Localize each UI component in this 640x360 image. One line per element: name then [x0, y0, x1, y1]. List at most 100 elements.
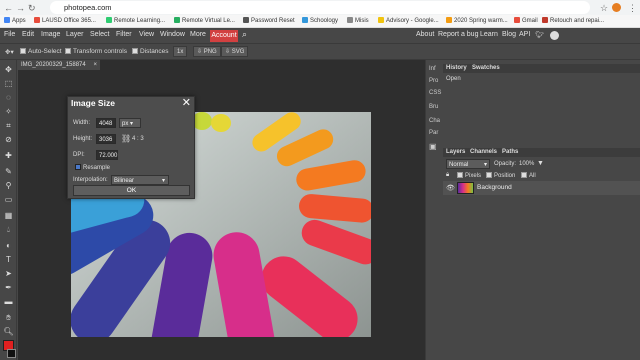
facebook-icon[interactable] — [550, 31, 559, 40]
bookmark-misis[interactable]: Misis — [347, 17, 369, 24]
menu-report-bug[interactable]: Report a bug — [438, 31, 478, 38]
eraser-icon[interactable]: ▭ — [3, 194, 14, 205]
height-field[interactable]: 3036 — [96, 134, 116, 144]
brush-tool-icon[interactable]: ✎ — [3, 166, 14, 177]
export-svg-button[interactable]: ⇩ SVG — [221, 46, 249, 57]
transform-controls-checkbox[interactable]: Transform controls — [65, 48, 127, 55]
lock-all-checkbox[interactable]: All — [521, 172, 536, 179]
tab-layers[interactable]: Layers — [446, 149, 465, 155]
css-panel-button[interactable]: CSS — [429, 90, 441, 96]
info-panel-button[interactable]: Inf — [429, 66, 436, 72]
dpi-field[interactable]: 72.000 — [96, 150, 118, 160]
menu-file[interactable]: File — [4, 31, 15, 38]
zoom-tool-icon[interactable]: 🔍︎ — [3, 326, 14, 337]
layer-row[interactable]: 👁︎ Background — [443, 181, 640, 195]
clone-stamp-icon[interactable]: ⚲ — [3, 180, 14, 191]
reload-icon[interactable]: ↻ — [28, 3, 36, 14]
bookmarks-bar: Apps LAUSD Office 365... Remote Learning… — [0, 15, 640, 28]
menu-image[interactable]: Image — [41, 31, 60, 38]
crop-tool-icon[interactable]: ⌗ — [3, 120, 14, 131]
menu-more[interactable]: More — [190, 31, 206, 38]
shape-tool-icon[interactable]: ▬ — [3, 296, 14, 307]
address-bar[interactable]: photopea.com — [50, 1, 590, 14]
image-size-dialog: Image Size ✕ Width: 4048 px ▾ Height: 30… — [67, 96, 195, 199]
link-icon[interactable]: ⛓ — [121, 134, 131, 143]
account-button[interactable]: Account — [210, 30, 238, 42]
gradient-tool-icon[interactable]: ▦ — [3, 210, 14, 221]
interpolation-select[interactable]: Bilinear ▾ — [111, 175, 169, 185]
opacity-value[interactable]: 100% — [519, 161, 534, 167]
bookmark-icon — [302, 17, 308, 23]
lock-pixels-checkbox[interactable]: Pixels — [457, 172, 481, 179]
bookmark-remote-virtual[interactable]: Remote Virtual Le... — [174, 17, 235, 24]
twitter-icon[interactable]: 🐦︎ — [535, 31, 544, 39]
pen-tool-icon[interactable]: ✒ — [3, 282, 14, 293]
lock-position-checkbox[interactable]: Position — [486, 172, 515, 179]
bookmark-advisory[interactable]: Advisory - Google... — [378, 17, 439, 24]
export-png-button[interactable]: ⇩ PNG — [193, 46, 221, 57]
marquee-tool-icon[interactable]: ⬚ — [3, 78, 14, 89]
bookmark-icon — [106, 17, 112, 23]
menu-blog[interactable]: Blog — [502, 31, 516, 38]
distances-checkbox[interactable]: Distances — [132, 48, 169, 55]
move-tool-icon[interactable]: ✥ — [3, 64, 14, 75]
unit-select[interactable]: px ▾ — [119, 118, 141, 128]
width-field[interactable]: 4048 — [96, 118, 116, 128]
ok-button[interactable]: OK — [73, 185, 190, 196]
paragraph-panel-button[interactable]: Par — [429, 130, 438, 136]
bookmark-remote-learning[interactable]: Remote Learning... — [106, 17, 165, 24]
menu-api[interactable]: API — [519, 31, 530, 38]
menu-select[interactable]: Select — [90, 31, 109, 38]
blur-tool-icon[interactable]: 💧︎ — [3, 224, 14, 235]
menu-filter[interactable]: Filter — [116, 31, 132, 38]
dodge-tool-icon[interactable]: ◐ — [3, 240, 14, 251]
forward-icon[interactable]: → — [16, 3, 25, 13]
bookmark-apps[interactable]: Apps — [4, 17, 26, 24]
tab-channels[interactable]: Channels — [470, 149, 497, 155]
image-icon[interactable]: ▣ — [429, 142, 437, 151]
type-tool-icon[interactable]: T — [3, 254, 14, 265]
back-icon[interactable]: ← — [4, 3, 13, 13]
bookmark-gmail[interactable]: Gmail — [514, 17, 538, 24]
search-icon[interactable]: ⌕ — [242, 29, 247, 40]
history-item[interactable]: Open — [446, 76, 461, 82]
menu-about[interactable]: About — [416, 31, 434, 38]
background-color-swatch[interactable] — [7, 349, 16, 358]
blend-mode-select[interactable]: Normal ▾ — [446, 159, 490, 169]
zoom-select[interactable]: 1x — [173, 46, 188, 57]
bookmark-retouch[interactable]: Retouch and repai... — [542, 17, 604, 24]
character-panel-button[interactable]: Cha — [429, 118, 440, 124]
bookmark-spring-warm[interactable]: 2020 Spring warm... — [446, 17, 508, 24]
tab-swatches[interactable]: Swatches — [472, 65, 500, 71]
history-tabs: History Swatches — [443, 64, 640, 73]
resample-checkbox[interactable]: Resample — [75, 164, 110, 171]
close-tab-icon[interactable]: × — [93, 60, 97, 70]
tab-paths[interactable]: Paths — [502, 149, 518, 155]
bookmark-schoology[interactable]: Schoology — [302, 17, 338, 24]
lasso-tool-icon[interactable]: ◌ — [3, 92, 14, 103]
document-tab[interactable]: IMG_20200329_158874 × — [18, 60, 100, 70]
tab-history[interactable]: History — [446, 65, 467, 71]
menu-edit[interactable]: Edit — [22, 31, 34, 38]
auto-select-checkbox[interactable]: Auto-Select — [20, 48, 62, 55]
menu-view[interactable]: View — [139, 31, 154, 38]
properties-panel-button[interactable]: Pro — [429, 78, 438, 84]
hand-tool-icon[interactable]: ✋︎ — [3, 312, 14, 323]
brush-panel-button[interactable]: Bru — [429, 104, 438, 110]
path-select-icon[interactable]: ➤ — [3, 268, 14, 279]
opacity-dropdown-icon[interactable]: ▼ — [537, 160, 544, 167]
menu-layer[interactable]: Layer — [66, 31, 84, 38]
close-icon[interactable]: ✕ — [182, 96, 191, 109]
visibility-eye-icon[interactable]: 👁︎ — [446, 184, 455, 192]
dialog-title: Image Size — [71, 98, 115, 108]
menu-window[interactable]: Window — [160, 31, 185, 38]
eyedropper-icon[interactable]: ⊘ — [3, 134, 14, 145]
magic-wand-icon[interactable]: ✧ — [3, 106, 14, 117]
avatar[interactable] — [612, 3, 621, 12]
bookmark-password-reset[interactable]: Password Reset — [243, 17, 295, 24]
star-icon[interactable]: ☆ — [600, 3, 608, 14]
menu-learn[interactable]: Learn — [480, 31, 498, 38]
menu-dots-icon[interactable]: ⋮ — [628, 3, 637, 14]
healing-brush-icon[interactable]: ✚ — [3, 150, 14, 161]
bookmark-lausd[interactable]: LAUSD Office 365... — [34, 17, 96, 24]
